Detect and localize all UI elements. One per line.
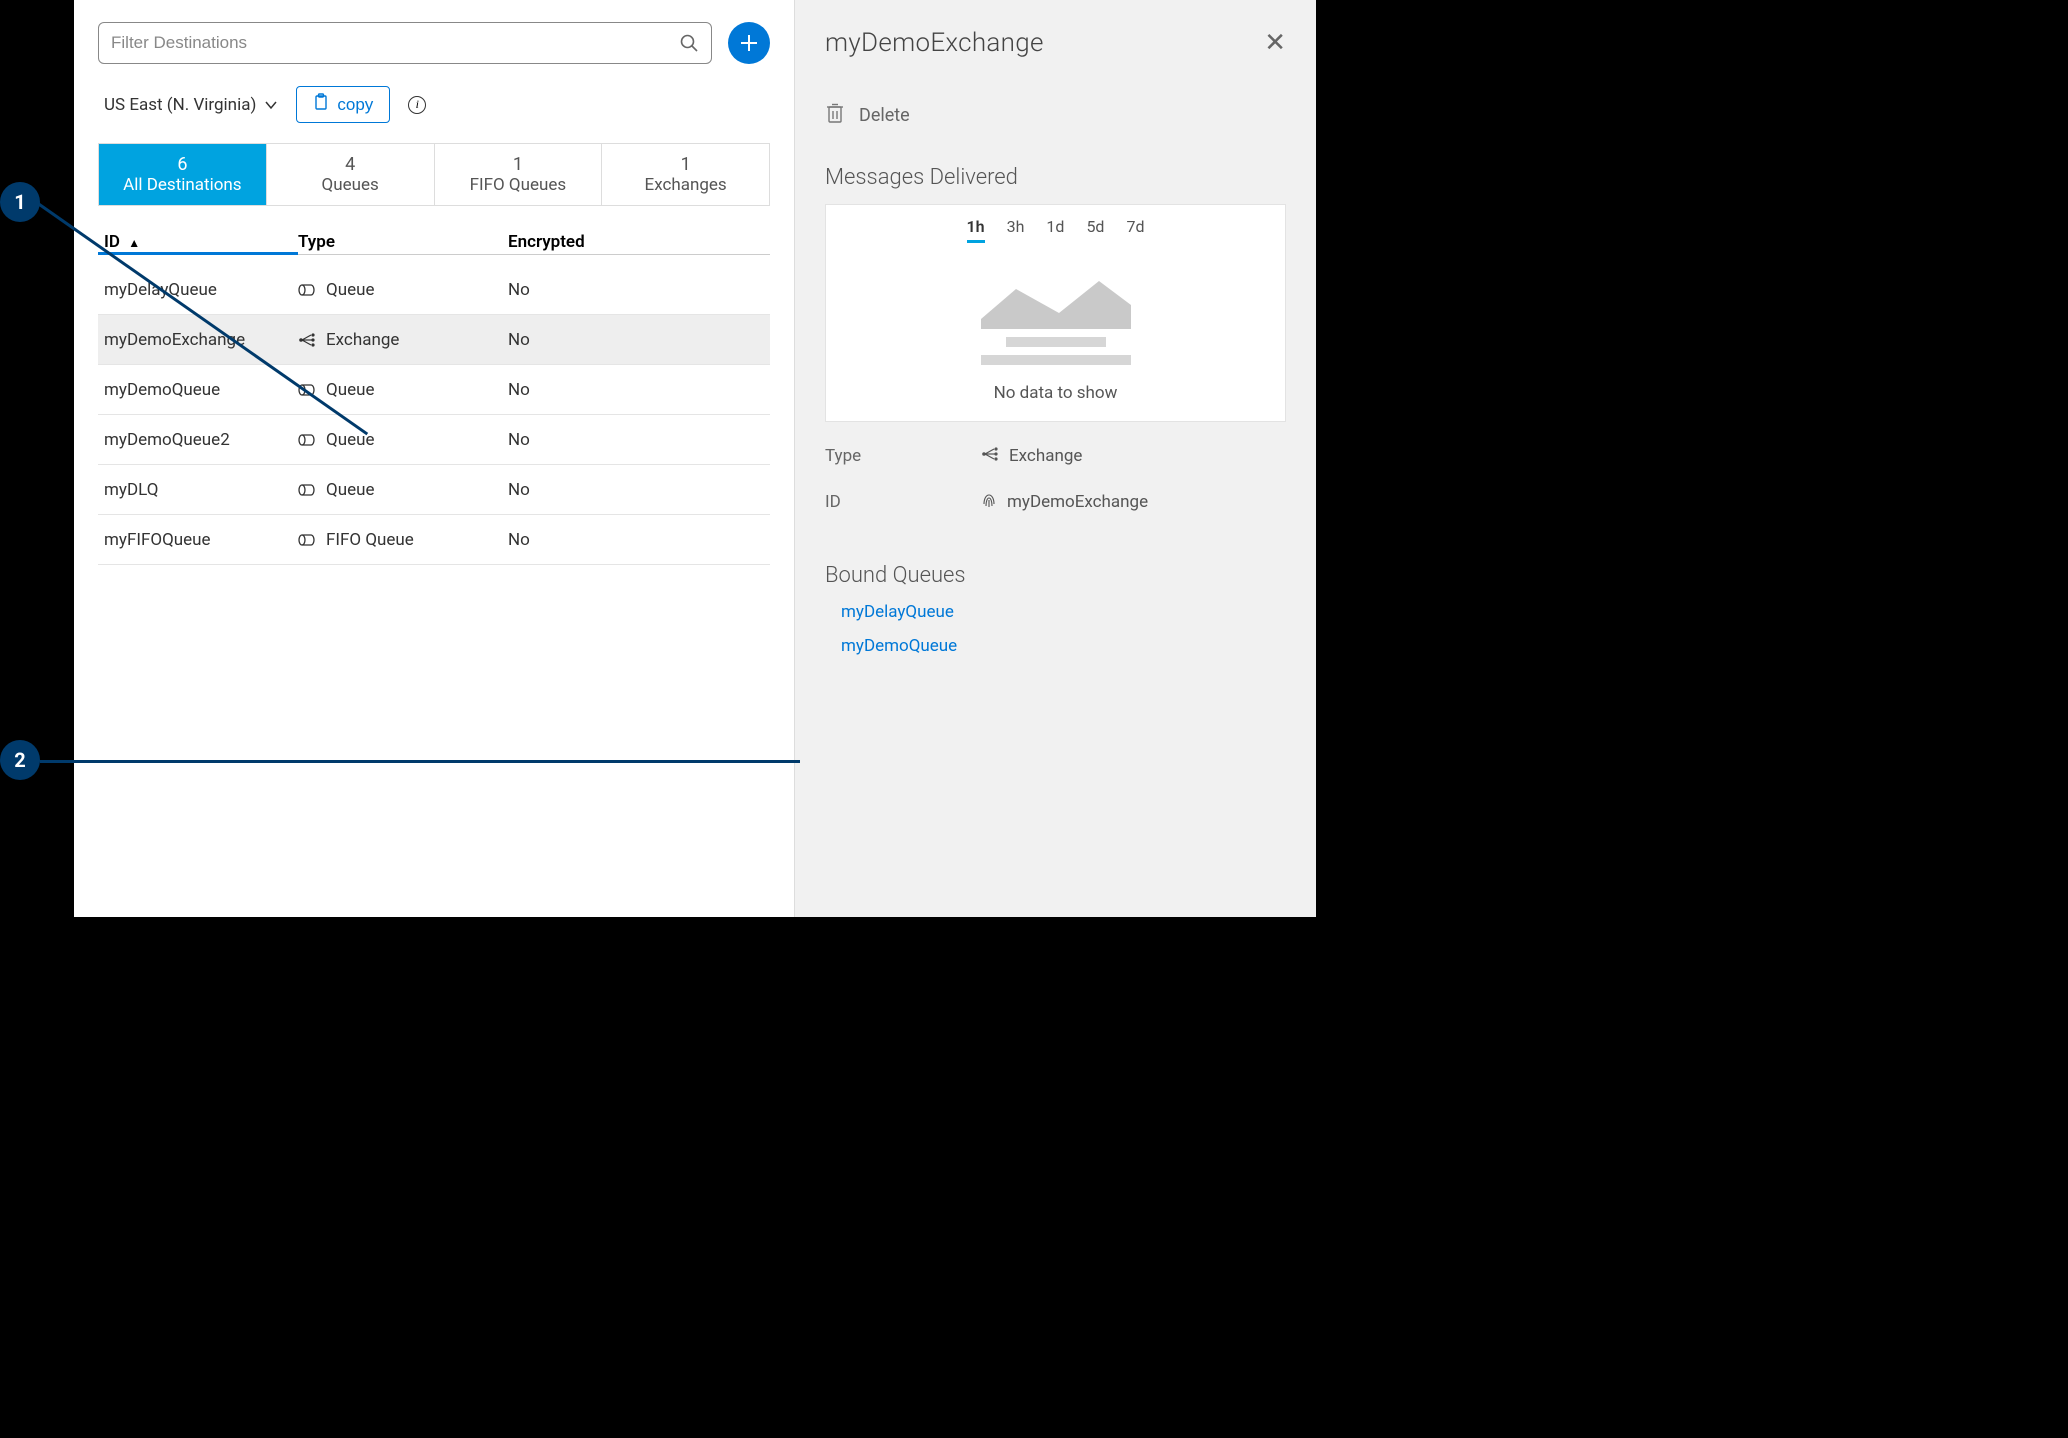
column-encrypted[interactable]: Encrypted xyxy=(508,232,770,255)
bound-queues-section: Bound Queues myDelayQueue myDemoQueue xyxy=(825,563,1286,656)
column-type[interactable]: Type xyxy=(298,232,508,255)
tab-queues[interactable]: 4 Queues xyxy=(267,144,435,205)
bound-queues-heading: Bound Queues xyxy=(825,563,1286,588)
row-id: myDLQ xyxy=(98,480,298,500)
column-type-label: Type xyxy=(298,232,335,252)
timerange-1h[interactable]: 1h xyxy=(967,217,985,243)
timerange-5d[interactable]: 5d xyxy=(1086,217,1104,243)
copy-button-label: copy xyxy=(337,95,373,115)
meta-type-row: Type Exchange xyxy=(825,446,1286,466)
search-icon[interactable] xyxy=(679,33,699,53)
row-id: myDelayQueue xyxy=(98,280,298,300)
filter-destinations-input[interactable] xyxy=(111,33,679,53)
table-row[interactable]: myDemoQueue Queue No xyxy=(98,365,770,415)
search-row xyxy=(98,22,770,64)
chevron-down-icon xyxy=(264,95,278,115)
table-row[interactable]: myDLQ Queue No xyxy=(98,465,770,515)
copy-button[interactable]: copy xyxy=(296,86,390,123)
row-type: Exchange xyxy=(298,330,508,350)
search-box[interactable] xyxy=(98,22,712,64)
tab-count: 1 xyxy=(602,154,769,175)
timerange-1d[interactable]: 1d xyxy=(1046,217,1064,243)
no-data-label: No data to show xyxy=(826,383,1285,403)
row-encrypted: No xyxy=(508,430,770,450)
meta-id-value: myDemoExchange xyxy=(1007,492,1148,512)
callout-1-badge: 1 xyxy=(0,182,40,222)
tab-count: 4 xyxy=(267,154,434,175)
meta-id-label: ID xyxy=(825,492,965,512)
timerange-7d[interactable]: 7d xyxy=(1126,217,1144,243)
exchange-icon xyxy=(981,446,999,466)
row-type: Queue xyxy=(298,280,508,300)
row-encrypted: No xyxy=(508,280,770,300)
meta-type-label: Type xyxy=(825,446,965,466)
close-icon[interactable]: ✕ xyxy=(1264,28,1286,58)
meta-id-row: ID myDemoExchange xyxy=(825,490,1286,513)
trash-icon xyxy=(825,102,845,129)
messages-delivered-heading: Messages Delivered xyxy=(825,165,1286,190)
fingerprint-icon xyxy=(981,490,997,513)
app-frame: US East (N. Virginia) copy i 6 A xyxy=(74,0,1316,917)
detail-header: myDemoExchange ✕ xyxy=(825,28,1286,58)
sort-ascending-icon: ▲ xyxy=(128,236,140,250)
chart-placeholder xyxy=(826,251,1285,375)
row-id: myDemoQueue xyxy=(98,380,298,400)
tab-label: FIFO Queues xyxy=(435,175,602,195)
table-row[interactable]: myFIFOQueue FIFO Queue No xyxy=(98,515,770,565)
row-type: Queue xyxy=(298,380,508,400)
table-row[interactable]: myDelayQueue Queue No xyxy=(98,265,770,315)
meta-type-value: Exchange xyxy=(1009,446,1082,466)
row-id: myDemoQueue2 xyxy=(98,430,298,450)
row-encrypted: No xyxy=(508,530,770,550)
bound-queue-link[interactable]: myDemoQueue xyxy=(841,636,1286,656)
tab-count: 1 xyxy=(435,154,602,175)
messages-chart-card: 1h 3h 1d 5d 7d No data to show xyxy=(825,204,1286,422)
row-encrypted: No xyxy=(508,380,770,400)
delete-button[interactable]: Delete xyxy=(825,102,1286,129)
region-label: US East (N. Virginia) xyxy=(104,95,256,115)
destinations-table: ID ▲ Type Encrypted myDelayQueue Queue N… xyxy=(98,232,770,565)
column-id[interactable]: ID ▲ xyxy=(98,232,298,255)
clipboard-icon xyxy=(313,93,329,116)
exchange-icon xyxy=(298,333,316,347)
queue-icon xyxy=(298,284,316,296)
row-encrypted: No xyxy=(508,480,770,500)
delete-label: Delete xyxy=(859,105,910,126)
destination-tabs: 6 All Destinations4 Queues1 FIFO Queues1… xyxy=(98,143,770,206)
table-row[interactable]: myDemoQueue2 Queue No xyxy=(98,415,770,465)
tab-exchanges[interactable]: 1 Exchanges xyxy=(602,144,769,205)
detail-panel: myDemoExchange ✕ Delete Messages Deliver… xyxy=(794,0,1316,917)
timerange-selector: 1h 3h 1d 5d 7d xyxy=(826,205,1285,251)
callout-2-line xyxy=(40,760,800,763)
queue-icon xyxy=(298,534,316,546)
queue-icon xyxy=(298,434,316,446)
info-icon[interactable]: i xyxy=(408,96,426,114)
region-row: US East (N. Virginia) copy i xyxy=(98,86,770,123)
row-id: myFIFOQueue xyxy=(98,530,298,550)
bound-queue-link[interactable]: myDelayQueue xyxy=(841,602,1286,622)
tab-fifo-queues[interactable]: 1 FIFO Queues xyxy=(435,144,603,205)
tab-label: All Destinations xyxy=(99,175,266,195)
timerange-3h[interactable]: 3h xyxy=(1007,217,1025,243)
row-encrypted: No xyxy=(508,330,770,350)
tab-label: Exchanges xyxy=(602,175,769,195)
tab-label: Queues xyxy=(267,175,434,195)
add-destination-button[interactable] xyxy=(728,22,770,64)
row-type: FIFO Queue xyxy=(298,530,508,550)
row-type: Queue xyxy=(298,430,508,450)
table-row[interactable]: myDemoExchange Exchange No xyxy=(98,315,770,365)
tab-count: 6 xyxy=(99,154,266,175)
callout-2-badge: 2 xyxy=(0,740,40,780)
main-panel: US East (N. Virginia) copy i 6 A xyxy=(74,0,794,917)
row-id: myDemoExchange xyxy=(98,330,298,350)
table-header: ID ▲ Type Encrypted xyxy=(98,232,770,265)
detail-title: myDemoExchange xyxy=(825,28,1044,58)
queue-icon xyxy=(298,484,316,496)
row-type: Queue xyxy=(298,480,508,500)
tab-all-destinations[interactable]: 6 All Destinations xyxy=(99,144,267,205)
region-select[interactable]: US East (N. Virginia) xyxy=(104,95,278,115)
column-encrypted-label: Encrypted xyxy=(508,232,585,252)
